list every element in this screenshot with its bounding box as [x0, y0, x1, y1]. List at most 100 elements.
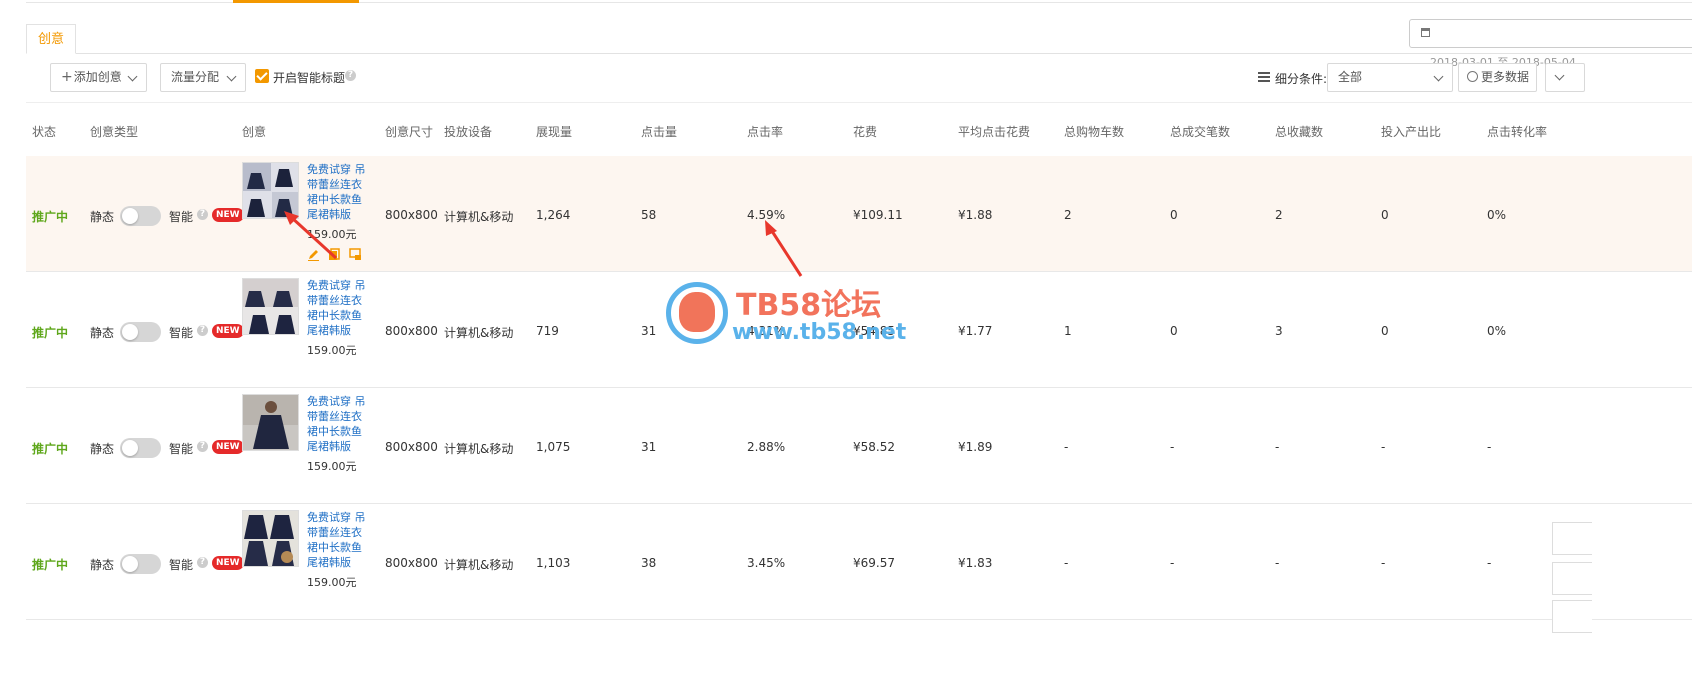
col-favorites[interactable]: 总收藏数 [1275, 123, 1323, 140]
chevron-down-icon [1433, 71, 1444, 82]
cell-carts: - [1064, 556, 1069, 570]
type-smart-label: 智能 [169, 558, 194, 572]
expand-button[interactable] [1545, 63, 1585, 92]
creative-thumbnail[interactable] [242, 394, 299, 451]
type-static-label: 静态 [90, 558, 115, 572]
gear-icon [1467, 71, 1478, 82]
cell-roi: - [1381, 440, 1386, 454]
col-clicks[interactable]: 点击量 [641, 123, 677, 140]
creative-type-toggle[interactable] [120, 206, 161, 226]
table-row: 推广中 静态 智能 ? NEW 免费试穿 吊带蕾丝连衣裙中长款鱼尾裙韩版 159… [26, 272, 1692, 388]
col-cpc[interactable]: 平均点击花费 [958, 123, 1030, 140]
creative-price: 159.00元 [307, 460, 357, 473]
cell-device: 计算机&移动 [444, 210, 514, 224]
status-text: 推广中 [32, 326, 69, 340]
col-conversion[interactable]: 点击转化率 [1487, 123, 1547, 140]
chevron-down-icon [1554, 70, 1565, 81]
col-orders[interactable]: 总成交笔数 [1170, 123, 1230, 140]
cell-favorites: 3 [1275, 324, 1283, 338]
cell-roi: 0 [1381, 324, 1389, 338]
creative-type-toggle[interactable] [120, 322, 161, 342]
active-top-tab-indicator [233, 0, 359, 3]
cell-size: 800x800 [385, 556, 438, 570]
col-device[interactable]: 投放设备 [444, 123, 492, 140]
new-badge: NEW [212, 440, 244, 454]
new-badge: NEW [212, 556, 244, 570]
more-data-button[interactable]: 更多数据 [1458, 63, 1537, 92]
cell-favorites: - [1275, 440, 1280, 454]
col-status[interactable]: 状态 [32, 123, 56, 140]
side-top-button[interactable] [1552, 600, 1592, 633]
type-static-label: 静态 [90, 210, 115, 224]
segment-select[interactable]: 全部 [1327, 63, 1453, 92]
tab-creative[interactable]: 创意 [26, 24, 76, 54]
table-row: 推广中 静态 智能 ? NEW 免费试穿 吊带蕾丝连衣裙中长款鱼尾裙韩版 159… [26, 156, 1692, 272]
calendar-icon [1421, 28, 1430, 37]
help-icon[interactable]: ? [197, 557, 208, 568]
cell-clicks: 31 [641, 440, 657, 454]
cell-cost: ¥58.52 [853, 440, 895, 454]
cell-cpc: ¥1.83 [958, 556, 993, 570]
creative-price: 159.00元 [307, 344, 357, 357]
preview-icon[interactable] [349, 248, 362, 261]
col-carts[interactable]: 总购物车数 [1064, 123, 1124, 140]
side-chat-button[interactable] [1552, 562, 1592, 595]
date-picker[interactable] [1409, 19, 1692, 48]
creative-type-toggle[interactable] [120, 554, 161, 574]
col-cost[interactable]: 花费 [853, 123, 877, 140]
new-badge: NEW [212, 324, 244, 338]
side-user-button[interactable] [1552, 522, 1592, 555]
col-creative[interactable]: 创意 [242, 123, 266, 140]
creative-title-link[interactable]: 免费试穿 吊带蕾丝连衣裙中长款鱼尾裙韩版 [307, 278, 369, 338]
creative-price: 159.00元 [307, 576, 357, 589]
creative-title-link[interactable]: 免费试穿 吊带蕾丝连衣裙中长款鱼尾裙韩版 [307, 162, 369, 222]
cell-orders: - [1170, 556, 1175, 570]
cell-roi: - [1381, 556, 1386, 570]
creative-type-toggle[interactable] [120, 438, 161, 458]
help-icon[interactable]: ? [197, 209, 208, 220]
cell-conversion: - [1487, 556, 1492, 570]
col-impressions[interactable]: 展现量 [536, 123, 572, 140]
cell-impressions: 719 [536, 324, 559, 338]
type-smart-label: 智能 [169, 326, 194, 340]
col-size[interactable]: 创意尺寸 [385, 123, 433, 140]
cell-clicks: 38 [641, 556, 657, 570]
cell-carts: - [1064, 440, 1069, 454]
cell-cpc: ¥1.88 [958, 208, 993, 222]
help-icon[interactable]: ? [197, 325, 208, 336]
cell-clicks: 31 [641, 324, 657, 338]
creative-thumbnail[interactable] [242, 510, 299, 567]
status-text: 推广中 [32, 442, 69, 456]
cell-clicks: 58 [641, 208, 657, 222]
chevron-down-icon [127, 71, 138, 82]
cell-ctr: 4.59% [747, 208, 786, 222]
cell-cpc: ¥1.77 [958, 324, 993, 338]
cell-orders: 0 [1170, 324, 1178, 338]
status-text: 推广中 [32, 558, 69, 572]
table-row: 推广中 静态 智能 ? NEW 免费试穿 吊带蕾丝连衣裙中长款鱼尾裙韩版 159… [26, 388, 1692, 504]
cell-impressions: 1,103 [536, 556, 571, 570]
copy-icon[interactable] [328, 248, 341, 261]
creative-thumbnail[interactable] [242, 162, 299, 219]
edit-icon[interactable] [307, 248, 320, 261]
creative-thumbnail[interactable] [242, 278, 299, 335]
col-ctr[interactable]: 点击率 [747, 123, 783, 140]
type-smart-label: 智能 [169, 442, 194, 456]
smart-title-checkbox[interactable] [255, 69, 269, 83]
creative-title-link[interactable]: 免费试穿 吊带蕾丝连衣裙中长款鱼尾裙韩版 [307, 394, 369, 454]
help-icon[interactable]: ? [345, 70, 356, 81]
plus-icon: + [61, 69, 73, 85]
traffic-allocation-dropdown[interactable]: 流量分配 [160, 63, 246, 92]
type-smart-label: 智能 [169, 210, 194, 224]
col-creative-type[interactable]: 创意类型 [90, 123, 138, 140]
col-roi[interactable]: 投入产出比 [1381, 123, 1441, 140]
add-creative-button[interactable]: +添加创意 [50, 63, 147, 92]
more-data-label: 更多数据 [1481, 70, 1530, 84]
cell-device: 计算机&移动 [444, 326, 514, 340]
creative-title-link[interactable]: 免费试穿 吊带蕾丝连衣裙中长款鱼尾裙韩版 [307, 510, 369, 570]
cell-roi: 0 [1381, 208, 1389, 222]
help-icon[interactable]: ? [197, 441, 208, 452]
cell-cost: ¥109.11 [853, 208, 903, 222]
cell-size: 800x800 [385, 440, 438, 454]
smart-title-label: 开启智能标题 [273, 71, 346, 85]
